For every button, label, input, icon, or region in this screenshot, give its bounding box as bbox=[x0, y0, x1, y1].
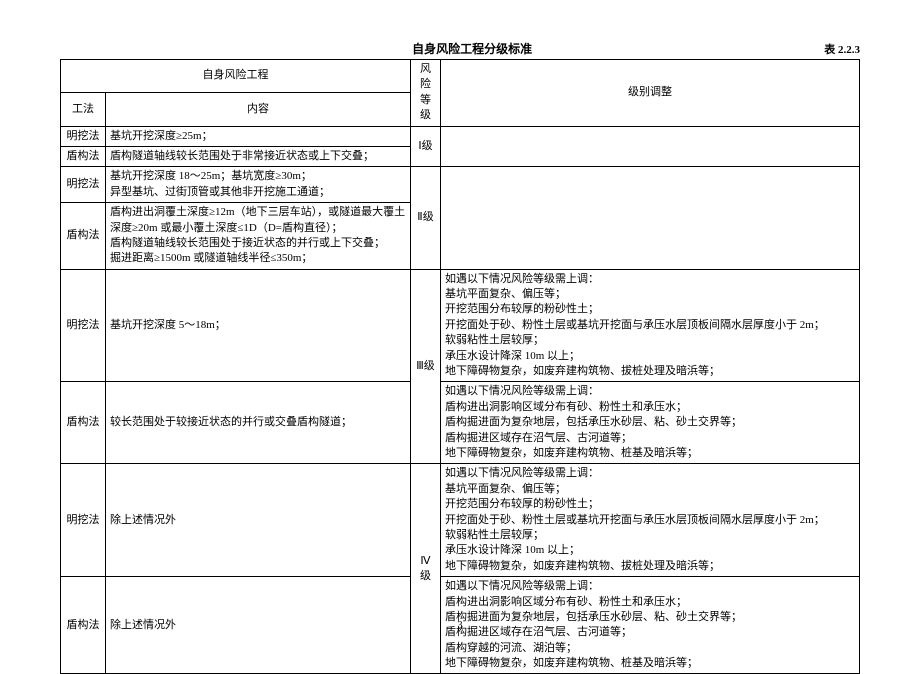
risk-grading-table: 自身风险工程 风险等级 级别调整 工法 内容 明挖法 基坑开挖深度≥25m； Ⅰ… bbox=[60, 59, 860, 674]
level-cell: Ⅱ级 bbox=[411, 167, 441, 269]
content-cell: 除上述情况外 bbox=[106, 464, 411, 577]
content-cell: 较长范围处于较接近状态的并行或交叠盾构隧道； bbox=[106, 382, 411, 464]
document-title: 自身风险工程分级标准 bbox=[90, 40, 854, 57]
table-row: 明挖法 基坑开挖深度 5～18m； Ⅲ级 如遇以下情况风险等级需上调： 基坑平面… bbox=[61, 269, 860, 382]
adjust-cell bbox=[441, 126, 860, 167]
method-cell: 盾构法 bbox=[61, 577, 106, 674]
adjust-cell: 如遇以下情况风险等级需上调： 基坑平面复杂、偏压等； 开挖范围分布较厚的粉砂性土… bbox=[441, 464, 860, 577]
method-cell: 明挖法 bbox=[61, 126, 106, 146]
header-method: 工法 bbox=[61, 93, 106, 126]
content-cell: 盾构进出洞覆土深度≥12m（地下三层车站），或隧道最大覆土深度≥20m 或最小覆… bbox=[106, 203, 411, 270]
content-cell: 盾构隧道轴线较长范围处于非常接近状态或上下交叠； bbox=[106, 146, 411, 166]
method-cell: 明挖法 bbox=[61, 269, 106, 382]
header-content: 内容 bbox=[106, 93, 411, 126]
level-cell: Ⅲ级 bbox=[411, 269, 441, 464]
content-cell: 基坑开挖深度≥25m； bbox=[106, 126, 411, 146]
adjust-cell: 如遇以下情况风险等级需上调： 盾构进出洞影响区域分布有砂、粉性土和承压水； 盾构… bbox=[441, 382, 860, 464]
content-cell: 基坑开挖深度 18～25m；基坑宽度≥30m； 异型基坑、过街顶管或其他非开挖施… bbox=[106, 167, 411, 203]
method-cell: 盾构法 bbox=[61, 203, 106, 270]
method-cell: 盾构法 bbox=[61, 146, 106, 166]
level-cell: Ⅳ级 bbox=[411, 464, 441, 674]
table-row: 盾构法 较长范围处于较接近状态的并行或交叠盾构隧道； 如遇以下情况风险等级需上调… bbox=[61, 382, 860, 464]
content-cell: 除上述情况外 bbox=[106, 577, 411, 674]
table-row: 明挖法 基坑开挖深度≥25m； Ⅰ级 bbox=[61, 126, 860, 146]
level-cell: Ⅰ级 bbox=[411, 126, 441, 167]
method-cell: 明挖法 bbox=[61, 167, 106, 203]
header-level: 风险等级 bbox=[411, 60, 441, 127]
method-cell: 明挖法 bbox=[61, 464, 106, 577]
page-number: 3 bbox=[458, 620, 463, 631]
header-adjust: 级别调整 bbox=[441, 60, 860, 127]
method-cell: 盾构法 bbox=[61, 382, 106, 464]
header-project: 自身风险工程 bbox=[61, 60, 411, 93]
table-row: 明挖法 基坑开挖深度 18～25m；基坑宽度≥30m； 异型基坑、过街顶管或其他… bbox=[61, 167, 860, 203]
adjust-cell: 如遇以下情况风险等级需上调： 盾构进出洞影响区域分布有砂、粉性土和承压水； 盾构… bbox=[441, 577, 860, 674]
content-cell: 基坑开挖深度 5～18m； bbox=[106, 269, 411, 382]
adjust-cell bbox=[441, 167, 860, 269]
adjust-cell: 如遇以下情况风险等级需上调： 基坑平面复杂、偏压等； 开挖范围分布较厚的粉砂性土… bbox=[441, 269, 860, 382]
header-row-1: 自身风险工程 风险等级 级别调整 bbox=[61, 60, 860, 93]
table-row: 明挖法 除上述情况外 Ⅳ级 如遇以下情况风险等级需上调： 基坑平面复杂、偏压等；… bbox=[61, 464, 860, 577]
